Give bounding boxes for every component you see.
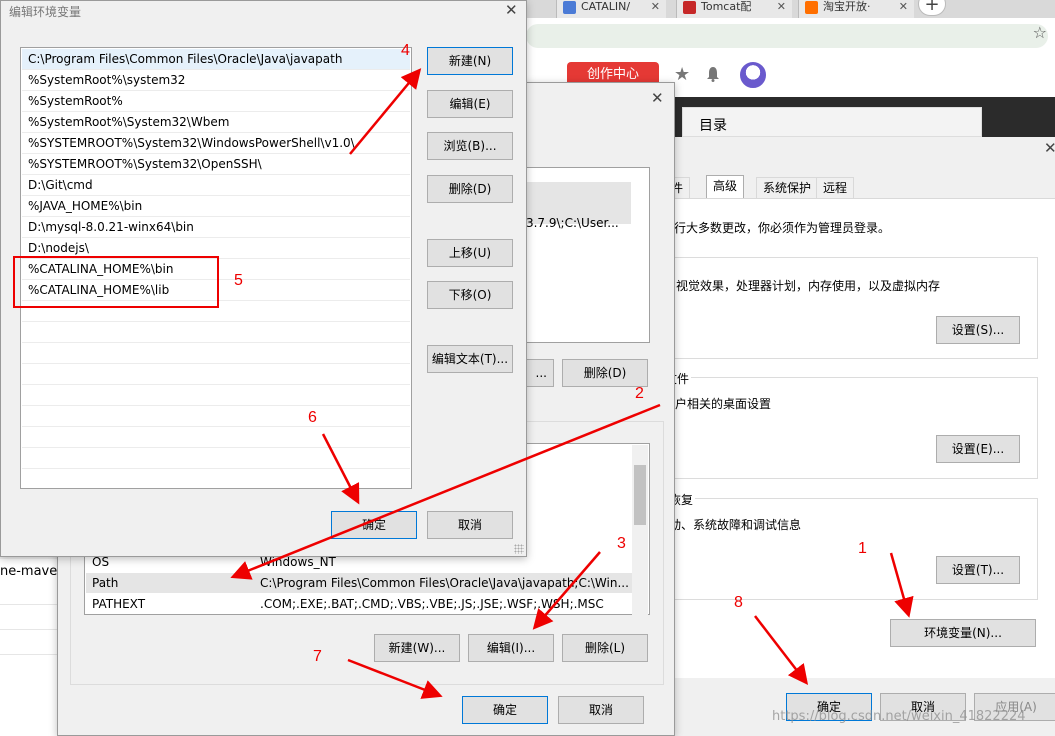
address-bar: ☆ (520, 18, 1055, 52)
path-entry[interactable]: %SYSTEMROOT%\System32\WindowsPowerShell\… (22, 133, 410, 154)
tab-advanced[interactable]: 高级 (706, 175, 745, 199)
move-up-button[interactable]: 上移(U) (427, 239, 513, 267)
environment-variables-button[interactable]: 环境变量(N)... (890, 619, 1036, 647)
scrollbar-thumb[interactable] (634, 465, 646, 525)
path-entry[interactable]: %SYSTEMROOT%\System32\OpenSSH\ (22, 154, 410, 175)
table-row-path[interactable]: Path C:\Program Files\Common Files\Oracl… (86, 573, 633, 593)
step-label: 2 (635, 385, 644, 402)
path-entry[interactable]: D:\mysql-8.0.21-winx64\bin (22, 217, 410, 238)
edit-button[interactable]: 编辑(E) (427, 90, 513, 118)
cancel-button[interactable]: 取消 (427, 511, 513, 539)
startup-recovery-group: 启动和故障恢复 系统启动、系统故障和调试信息 设置(T)... (651, 491, 1038, 600)
variable-value: .COM;.EXE;.BAT;.CMD;.VBS;.VBE;.JS;.JSE;.… (260, 597, 604, 611)
scrollbar[interactable] (632, 445, 648, 615)
toc-panel: 目录 (682, 107, 982, 137)
step-label: 4 (401, 42, 410, 59)
path-entry[interactable]: D:\Git\cmd (22, 175, 410, 196)
ok-button[interactable]: 确定 (331, 511, 417, 539)
delete-button[interactable]: 删除(D) (427, 175, 513, 203)
profile-settings-button[interactable]: 设置(E)... (936, 435, 1020, 463)
divider (0, 604, 58, 605)
article-text-fragment: ne-mave (0, 564, 58, 579)
dialog-title: 编辑环境变量 (9, 5, 82, 19)
path-entry[interactable]: C:\Program Files\Common Files\Oracle\Jav… (22, 49, 410, 70)
browser-tab-label: Tomcat配 (701, 0, 752, 13)
favorite-star-icon[interactable]: ★ (674, 64, 690, 85)
step-label: 5 (234, 272, 243, 289)
list-item (22, 322, 410, 343)
step-label: 7 (313, 648, 322, 665)
variable-value: C:\Program Files\Common Files\Oracle\Jav… (260, 576, 629, 590)
advanced-tab-body: 要进行大多数更改，你必须作为管理员登录。 性能 视觉效果，处理器计划，内存使用，… (625, 198, 1055, 678)
csdn-favicon-icon (683, 1, 696, 14)
avatar[interactable] (738, 60, 768, 90)
cancel-button[interactable]: 取消 (558, 696, 644, 724)
article-background: ne-mave (0, 559, 58, 736)
browser-tab-tomcat[interactable]: Tomcat配 ✕ (676, 0, 792, 18)
highlight-box (13, 256, 219, 308)
toc-title: 目录 (699, 118, 727, 134)
path-entry[interactable]: %SystemRoot%\system32 (22, 70, 410, 91)
bell-icon[interactable] (706, 66, 720, 82)
list-item (22, 385, 410, 406)
browser-tab-label: 淘宝开放· (823, 0, 871, 13)
bookmark-star-icon[interactable]: ☆ (1033, 23, 1047, 42)
resize-grip-icon[interactable] (514, 544, 524, 554)
user-profile-group: 用户配置文件 与登录帐户相关的桌面设置 设置(E)... (651, 370, 1038, 479)
close-icon[interactable]: ✕ (1044, 139, 1055, 157)
close-tab-icon[interactable]: ✕ (777, 0, 786, 14)
watermark: https://blog.csdn.net/weixin_41822224 (772, 709, 1026, 724)
browse-button[interactable]: 浏览(B)... (427, 132, 513, 160)
group-description: 视觉效果，处理器计划，内存使用，以及虚拟内存 (676, 279, 941, 293)
close-icon[interactable]: ✕ (651, 89, 664, 107)
list-item (22, 343, 410, 364)
browser-tab-label: CATALIN/ (581, 0, 631, 13)
new-button[interactable]: 新建(N) (427, 47, 513, 75)
path-entry[interactable]: %SystemRoot% (22, 91, 410, 112)
step-label: 6 (308, 409, 317, 426)
tab-system-protection[interactable]: 系统保护 (756, 177, 819, 199)
user-path-value: on3.7.9\;C:\User... (511, 216, 619, 230)
system-delete-button[interactable]: 删除(L) (562, 634, 648, 662)
close-tab-icon[interactable]: ✕ (899, 0, 908, 14)
path-entry[interactable]: %JAVA_HOME%\bin (22, 196, 410, 217)
system-new-button[interactable]: 新建(W)... (374, 634, 460, 662)
step-label: 3 (617, 535, 626, 552)
startup-settings-button[interactable]: 设置(T)... (936, 556, 1020, 584)
list-item (22, 364, 410, 385)
tab-strip: 硬件 高级 系统保护 远程 (652, 175, 872, 199)
divider (0, 629, 58, 630)
list-item (22, 448, 410, 469)
performance-settings-button[interactable]: 设置(S)... (936, 316, 1020, 344)
tab-remote[interactable]: 远程 (816, 177, 855, 199)
system-edit-button[interactable]: 编辑(I)... (468, 634, 554, 662)
path-entry[interactable]: %SystemRoot%\System32\Wbem (22, 112, 410, 133)
cloud-favicon-icon (563, 1, 576, 14)
user-delete-button[interactable]: 删除(D) (562, 359, 648, 387)
ok-button[interactable]: 确定 (462, 696, 548, 724)
divider (0, 654, 58, 655)
browser-tab-strip: CATALIN/ ✕ Tomcat配 ✕ 淘宝开放· ✕ (520, 0, 1055, 18)
performance-group: 性能 视觉效果，处理器计划，内存使用，以及虚拟内存 设置(S)... (625, 250, 1038, 359)
browser-tab-catalina[interactable]: CATALIN/ ✕ (556, 0, 666, 18)
close-icon[interactable]: ✕ (505, 1, 518, 19)
taobao-favicon-icon (805, 1, 818, 14)
browser-tab-taobao[interactable]: 淘宝开放· ✕ (798, 0, 914, 18)
system-properties-dialog: ✕ 硬件 高级 系统保护 远程 要进行大多数更改，你必须作为管理员登录。 性能 … (625, 137, 1055, 736)
url-input[interactable] (526, 24, 1048, 48)
variable-name: PATHEXT (92, 597, 146, 611)
table-row[interactable]: PATHEXT .COM;.EXE;.BAT;.CMD;.VBS;.VBE;.J… (86, 594, 633, 614)
close-tab-icon[interactable]: ✕ (651, 0, 660, 14)
step-label: 1 (858, 540, 867, 557)
step-label: 8 (734, 594, 743, 611)
list-item (22, 427, 410, 448)
edit-text-button[interactable]: 编辑文本(T)... (427, 345, 513, 373)
list-item (22, 406, 410, 427)
move-down-button[interactable]: 下移(O) (427, 281, 513, 309)
admin-note: 要进行大多数更改，你必须作为管理员登录。 (650, 221, 891, 235)
variable-name: Path (92, 576, 119, 590)
